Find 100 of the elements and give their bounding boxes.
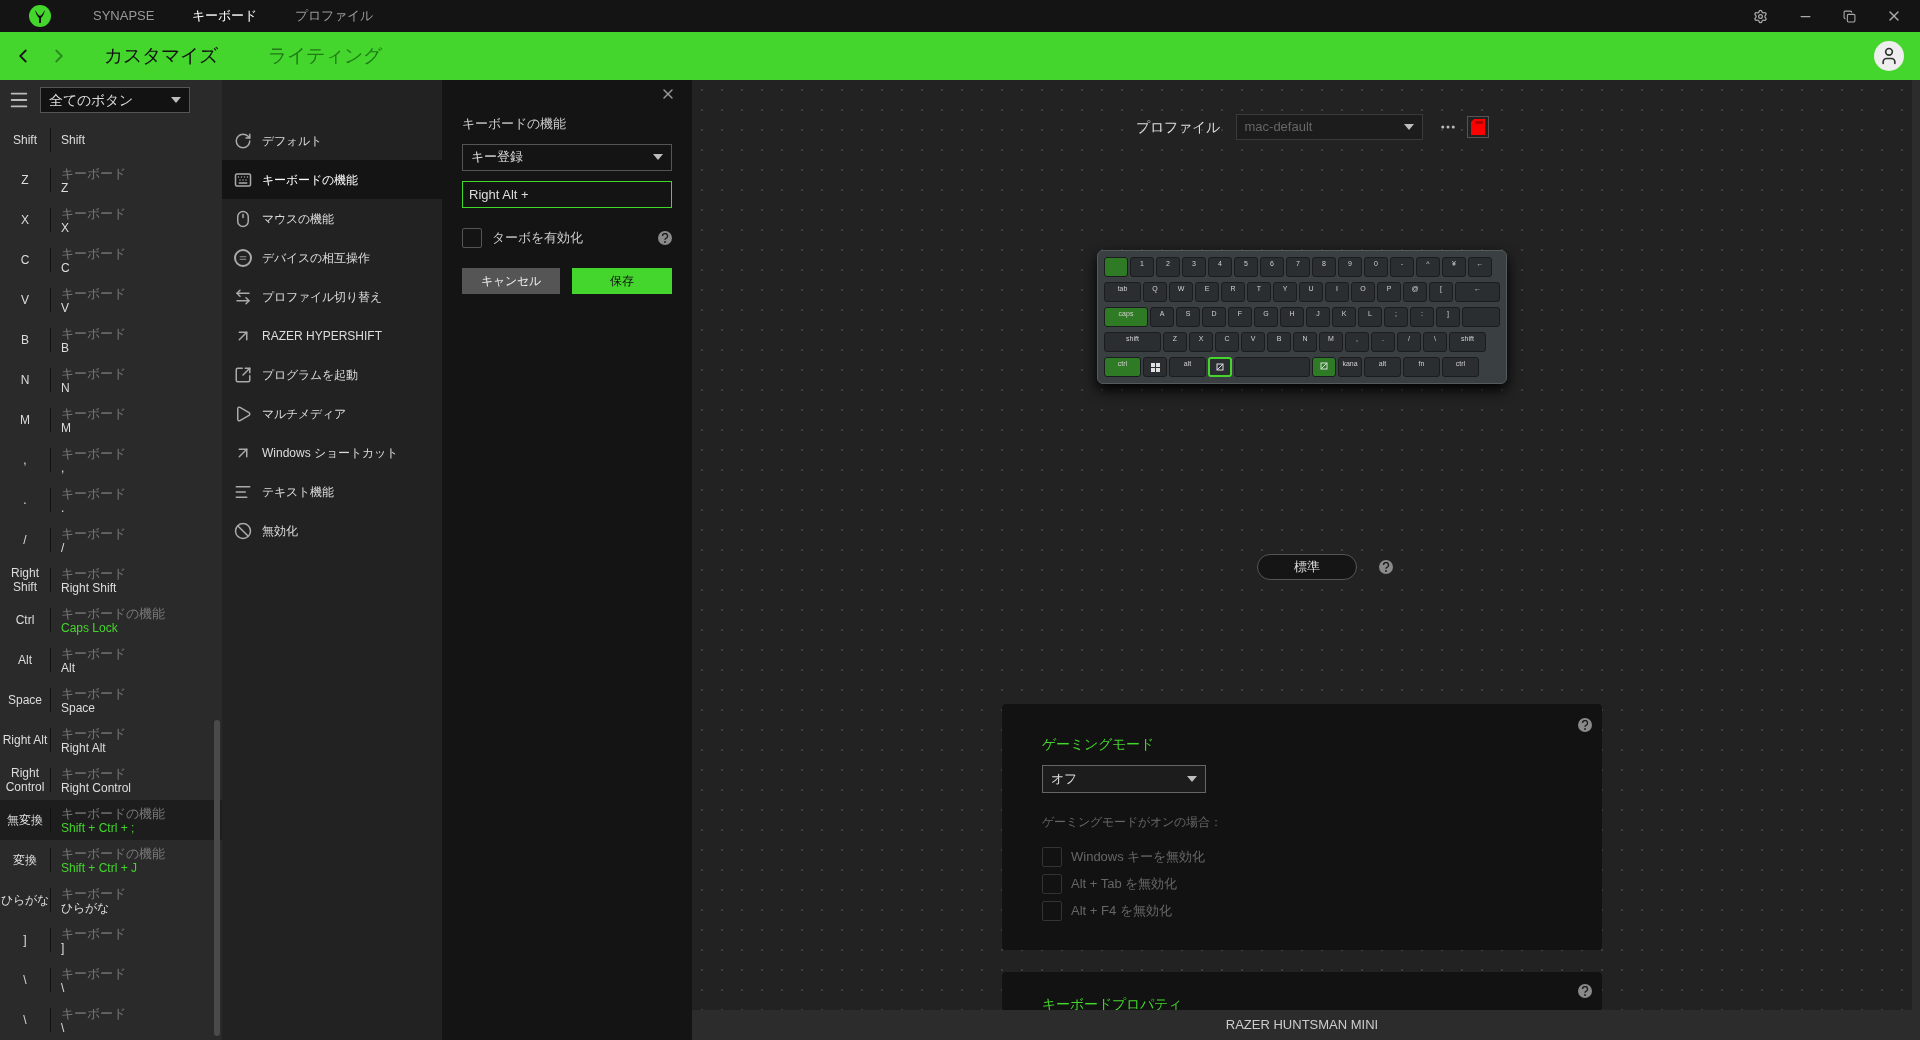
mapping-value: ]	[61, 940, 66, 955]
key-label: C	[19, 253, 31, 267]
top-tab[interactable]: プロファイル	[295, 6, 374, 26]
mapping-category: キーボードの機能	[61, 605, 165, 621]
mapping-category: キーボード	[61, 925, 126, 941]
mapping-value: /	[61, 540, 66, 555]
keyboard-key[interactable]	[1143, 357, 1167, 377]
keyboard-icon	[234, 170, 252, 189]
button-list-row[interactable]: B キーボード B	[0, 320, 222, 360]
mapping-value: C	[61, 260, 71, 275]
mapping-value: X	[61, 220, 70, 235]
function-menu-item[interactable]: マウスの機能	[222, 199, 442, 238]
keyboard-key[interactable]	[1208, 357, 1232, 377]
function-menu-item[interactable]: プロファイル切り替え	[222, 277, 442, 316]
dropdown-caret-icon	[653, 154, 663, 160]
mapping-value: Alt	[61, 660, 76, 675]
gaming-mode-subtitle: ゲーミングモードがオンの場合：	[1042, 814, 1223, 831]
turbo-label: ターボを有効化	[492, 228, 584, 247]
mapping-value: Shift + Ctrl + ;	[61, 820, 136, 835]
key-label: Shift	[12, 133, 38, 147]
option-label: Alt + F4 を無効化	[1071, 902, 1172, 921]
button-list-row[interactable]: X キーボード X	[0, 200, 222, 240]
button-list-row[interactable]: C キーボード C	[0, 240, 222, 280]
button-list-row[interactable]: N キーボード N	[0, 360, 222, 400]
function-menu-item[interactable]: デバイスの相互操作	[222, 238, 442, 277]
key-label: 無変換	[6, 813, 44, 827]
function-menu-item[interactable]: プログラムを起動	[222, 355, 442, 394]
top-tab[interactable]: キーボード	[192, 6, 258, 26]
layer-button[interactable]: 標準	[1257, 554, 1357, 580]
button-list-row[interactable]: V キーボード V	[0, 280, 222, 320]
mapping-value: V	[61, 300, 70, 315]
reset-icon	[234, 131, 252, 150]
function-menu-item[interactable]: RAZER HYPERSHIFT	[222, 316, 442, 355]
function-menu-item[interactable]: デフォルト	[222, 121, 442, 160]
mapping-category: キーボード	[61, 1005, 126, 1021]
keyboard-key[interactable]	[1312, 357, 1336, 377]
button-list-row[interactable]: Ctrl キーボードの機能 Caps Lock	[0, 600, 222, 640]
cancel-button[interactable]: キャンセル	[462, 267, 560, 294]
mapping-category: キーボード	[61, 485, 126, 501]
button-list-row[interactable]: 変換 キーボードの機能 Shift + Ctrl + J	[0, 840, 222, 880]
avatar-icon[interactable]	[1874, 41, 1904, 71]
function-menu-item[interactable]: テキスト機能	[222, 472, 442, 511]
turbo-checkbox[interactable]	[462, 227, 482, 248]
mapping-value: B	[61, 340, 70, 355]
key-label: Right Alt	[1, 733, 49, 747]
function-menu-item[interactable]: 無効化	[222, 511, 442, 550]
key-label: V	[20, 293, 30, 307]
button-list-row[interactable]: Z キーボード Z	[0, 160, 222, 200]
button-list-row[interactable]: ] キーボード ]	[0, 920, 222, 960]
mapping-value: Right Control	[61, 780, 132, 795]
mapping-category: キーボード	[61, 885, 126, 901]
brand-tab[interactable]: SYNAPSE	[93, 6, 155, 26]
mapping-category: キーボード	[61, 965, 126, 981]
key-label: Alt	[17, 653, 33, 667]
button-list-row[interactable]: , キーボード ,	[0, 440, 222, 480]
key-label: \	[22, 1013, 28, 1027]
help-icon[interactable]	[658, 230, 672, 245]
button-list-row[interactable]: Right Shift キーボード Right Shift	[0, 560, 222, 600]
button-list-row[interactable]: Shift Shift	[0, 120, 222, 160]
button-list-row[interactable]: 無変換 キーボードの機能 Shift + Ctrl + ;	[0, 800, 222, 840]
key-label: ひらがな	[0, 893, 50, 907]
dropdown-caret-icon	[1403, 124, 1414, 130]
button-list-row[interactable]: Alt キーボード Alt	[0, 640, 222, 680]
restore-icon[interactable]	[1843, 9, 1856, 23]
mapping-category: キーボード	[61, 565, 126, 581]
mapping-value: Z	[61, 180, 70, 195]
mapping-category: キーボード	[61, 765, 127, 781]
button-list-row[interactable]: . キーボード .	[0, 480, 222, 520]
mapping-category: キーボード	[61, 205, 126, 221]
button-list-row[interactable]: / キーボード /	[0, 520, 222, 560]
function-menu-item[interactable]: Windows ショートカット	[222, 433, 442, 472]
key-label: N	[19, 373, 31, 387]
settings-icon[interactable]	[1753, 8, 1768, 24]
function-menu-item[interactable]: キーボードの機能	[222, 160, 442, 199]
mapping-value: ,	[61, 460, 66, 475]
mapping-value: Right Shift	[61, 580, 118, 595]
filter-dropdown[interactable]: 全てのボタン	[40, 87, 190, 113]
help-icon[interactable]	[1379, 560, 1393, 574]
button-list-row[interactable]: \ キーボード \	[0, 1000, 222, 1040]
button-list-row[interactable]: \ キーボード \	[0, 960, 222, 1000]
mapping-category: キーボード	[61, 405, 126, 421]
button-list-row[interactable]: M キーボード M	[0, 400, 222, 440]
key-label: Right Control	[4, 766, 46, 794]
nav-tab[interactable]: カスタマイズ	[104, 41, 218, 71]
function-menu-item[interactable]: マルチメディア	[222, 394, 442, 433]
key-label: X	[20, 213, 30, 227]
button-list-row[interactable]: Space キーボード Space	[0, 680, 222, 720]
button-list-row[interactable]: Right Control キーボード Right Control	[0, 760, 222, 800]
button-list-row[interactable]: Right Alt キーボード Right Alt	[0, 720, 222, 760]
key-label: /	[22, 533, 28, 547]
mode-dropdown[interactable]: キー登録	[462, 143, 672, 171]
help-icon[interactable]	[1578, 984, 1592, 998]
help-icon[interactable]	[1578, 718, 1592, 732]
onboard-memory-icon[interactable]	[1466, 116, 1489, 138]
logo-icon	[28, 4, 52, 28]
key-symbol-icon	[1320, 362, 1328, 370]
keystroke-input[interactable]: Right Alt +	[462, 180, 672, 208]
save-button[interactable]: 保存	[572, 267, 672, 294]
gaming-mode-dropdown[interactable]: オフ	[1042, 765, 1206, 793]
scrollbar[interactable]	[214, 720, 220, 1036]
